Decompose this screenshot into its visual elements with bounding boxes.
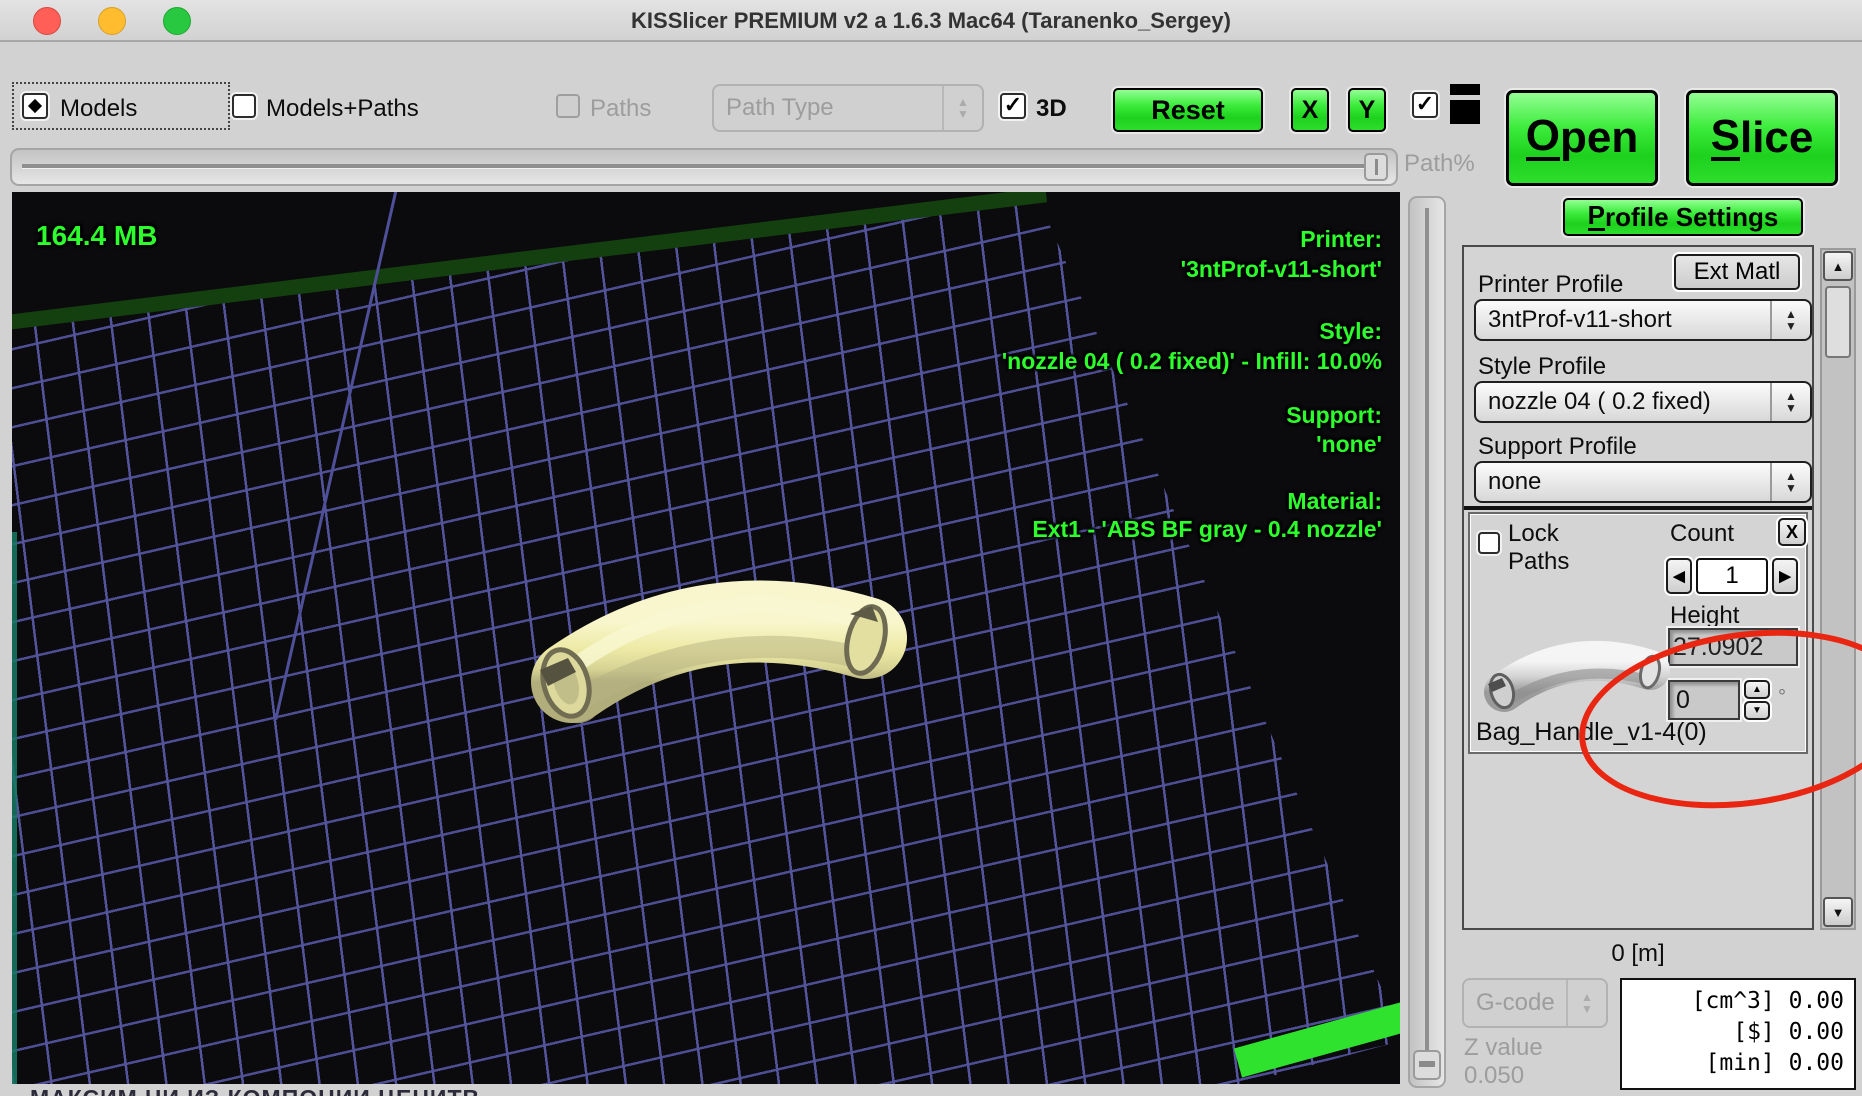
- profiles-panel: Ext Matl Printer Profile 3ntProf-v11-sho…: [1462, 245, 1814, 930]
- select-arrows-icon: ▲▼: [942, 86, 982, 130]
- slider-track: [1425, 208, 1429, 1076]
- lock-paths-checkbox[interactable]: [1478, 532, 1500, 554]
- clipped-bottom-text: МАКСИМ ЧИ ИЗ КОМПОНИИ ЦЕНИТВ: [30, 1085, 790, 1096]
- layers-icon: [1450, 84, 1480, 124]
- radio-dot: [28, 99, 42, 113]
- count-increment-button[interactable]: ▶: [1772, 558, 1798, 594]
- count-value[interactable]: 1: [1696, 558, 1768, 594]
- remove-model-button[interactable]: X: [1778, 518, 1806, 546]
- printer-profile-value: 3ntProf-v11-short: [1476, 306, 1770, 334]
- panel-divider: [1464, 506, 1812, 510]
- printer-overlay-value: '3ntProf-v11-short': [1181, 256, 1382, 283]
- printer-profile-select[interactable]: 3ntProf-v11-short ▲▼: [1474, 299, 1812, 341]
- path-pct-checkbox[interactable]: ✓: [1412, 92, 1438, 118]
- z-value: 0.050: [1464, 1062, 1524, 1090]
- select-arrows-icon: ▲▼: [1770, 301, 1810, 339]
- support-profile-value: none: [1476, 468, 1770, 496]
- check-icon: ✓: [1416, 93, 1434, 115]
- 3d-label: 3D: [1036, 95, 1067, 123]
- select-arrows-icon: ▲▼: [1770, 463, 1810, 501]
- height-label: Height: [1670, 602, 1739, 630]
- filament-meters-label: 0 [m]: [1462, 940, 1814, 968]
- print-stats-box: [cm^3] 0.00[$] 0.00[min] 0.00: [1620, 978, 1856, 1090]
- paths-checkbox: [556, 94, 580, 118]
- slice-rest: lice: [1740, 113, 1813, 163]
- profile-settings-button[interactable]: Profile Settings: [1563, 198, 1803, 236]
- ext-matl-button[interactable]: Ext Matl: [1674, 254, 1800, 290]
- printer-profile-label: Printer Profile: [1478, 271, 1623, 299]
- style-profile-select[interactable]: nozzle 04 ( 0.2 fixed) ▲▼: [1474, 381, 1812, 423]
- scroll-down-icon[interactable]: ▼: [1823, 897, 1853, 927]
- select-arrows-icon: ▲▼: [1566, 980, 1606, 1026]
- profile-settings-rest: rofile Settings: [1605, 202, 1778, 233]
- title-bar: KISSlicer PREMIUM v2 a 1.6.3 Mac64 (Tara…: [0, 0, 1862, 42]
- support-overlay-label: Support:: [1286, 402, 1382, 429]
- gcode-select: G-code ▲▼: [1462, 978, 1608, 1028]
- open-rest: pen: [1560, 113, 1638, 163]
- stats-volume: [cm^3] 0.00: [1632, 986, 1844, 1017]
- window-title: KISSlicer PREMIUM v2 a 1.6.3 Mac64 (Tara…: [0, 8, 1862, 34]
- slice-button[interactable]: Slice: [1686, 90, 1838, 186]
- models-radio[interactable]: [22, 93, 48, 119]
- y-button[interactable]: Y: [1348, 88, 1386, 132]
- x-button[interactable]: X: [1291, 88, 1329, 132]
- open-button[interactable]: Open: [1506, 90, 1658, 186]
- memory-usage: 164.4 MB: [36, 220, 157, 252]
- stats-time: [min] 0.00: [1632, 1048, 1844, 1079]
- paths-label: Paths: [590, 95, 651, 123]
- select-arrows-icon: ▲▼: [1770, 383, 1810, 421]
- models-paths-checkbox[interactable]: [232, 94, 256, 118]
- lock-paths-label-1: Lock: [1508, 520, 1559, 548]
- support-overlay-value: 'none': [1316, 431, 1382, 458]
- z-value-label: Z value: [1464, 1034, 1543, 1062]
- style-overlay-value: 'nozzle 04 ( 0.2 fixed)' - Infill: 10.0%: [1002, 348, 1382, 375]
- lock-paths-label-2: Paths: [1508, 548, 1569, 576]
- printer-overlay-label: Printer:: [1300, 226, 1382, 253]
- stats-cost: [$] 0.00: [1632, 1017, 1844, 1048]
- z-value-slider[interactable]: [1408, 196, 1446, 1088]
- scroll-up-icon[interactable]: ▲: [1823, 251, 1853, 281]
- material-overlay-label: Material:: [1287, 488, 1382, 515]
- check-icon: ✓: [1004, 94, 1022, 116]
- slider-track: [22, 164, 1386, 169]
- support-profile-label: Support Profile: [1478, 433, 1637, 461]
- support-profile-select[interactable]: none ▲▼: [1474, 461, 1812, 503]
- path-type-select: Path Type ▲▼: [712, 84, 984, 132]
- count-label: Count: [1670, 520, 1734, 548]
- style-profile-value: nozzle 04 ( 0.2 fixed): [1476, 388, 1770, 416]
- path-type-value: Path Type: [714, 94, 942, 122]
- panel-scrollbar[interactable]: ▲ ▼: [1820, 248, 1856, 930]
- slice-accel: S: [1711, 115, 1740, 161]
- open-accel: O: [1526, 115, 1560, 161]
- models-label: Models: [60, 95, 137, 123]
- slider-handle[interactable]: [1413, 1050, 1441, 1080]
- bed-left-edge: [12, 532, 17, 1084]
- slider-handle[interactable]: [1364, 153, 1388, 181]
- count-decrement-button[interactable]: ◀: [1666, 558, 1692, 594]
- models-paths-label: Models+Paths: [266, 95, 419, 123]
- viewport-3d[interactable]: 164.4 MB Printer: '3ntProf-v11-short' St…: [12, 192, 1400, 1084]
- path-pct-slider[interactable]: [10, 148, 1398, 186]
- scrollbar-thumb[interactable]: [1825, 286, 1851, 358]
- gcode-value: G-code: [1464, 989, 1566, 1017]
- material-overlay-value: Ext1 - 'ABS BF gray - 0.4 nozzle': [1032, 516, 1382, 543]
- model-3d[interactable]: [510, 562, 910, 737]
- profile-settings-accel: P: [1588, 203, 1605, 231]
- style-overlay-label: Style:: [1319, 318, 1382, 345]
- path-pct-label: Path%: [1404, 150, 1475, 178]
- reset-button[interactable]: Reset: [1113, 88, 1263, 132]
- 3d-checkbox[interactable]: ✓: [1000, 93, 1026, 119]
- style-profile-label: Style Profile: [1478, 353, 1606, 381]
